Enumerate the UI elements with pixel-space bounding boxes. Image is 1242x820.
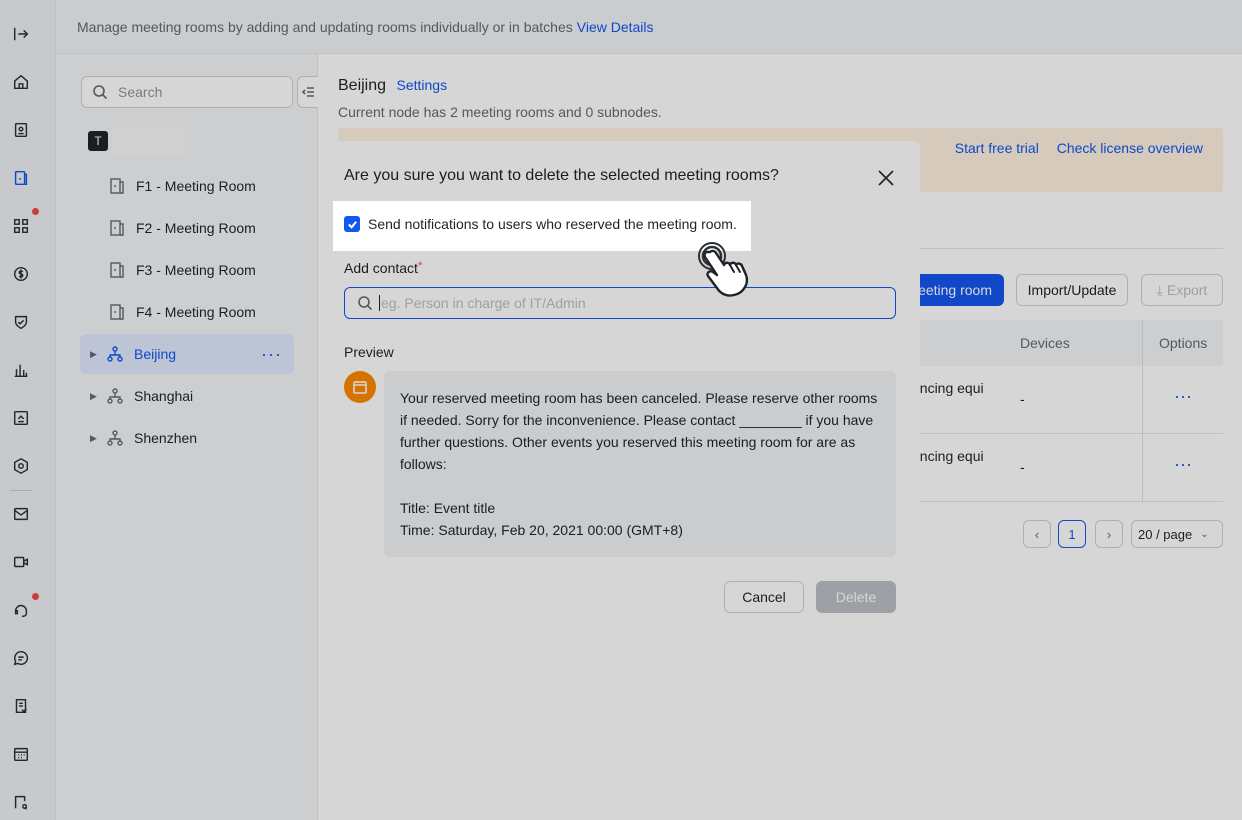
contact-placeholder: eg. Person in charge of IT/Admin — [381, 295, 586, 311]
preview-line: follows: — [400, 456, 447, 472]
preview-line: if needed. Sorry for the inconvenience. … — [400, 412, 874, 428]
delete-confirm-dialog: Are you sure you want to delete the sele… — [320, 141, 920, 636]
modal-mask[interactable] — [0, 201, 333, 251]
preview-message: Your reserved meeting room has been canc… — [384, 371, 896, 557]
calendar-icon — [353, 381, 367, 394]
preview-label: Preview — [344, 344, 394, 360]
cancel-button[interactable]: Cancel — [724, 581, 804, 613]
notify-users-checkbox[interactable] — [344, 216, 360, 232]
tap-hand-icon — [698, 242, 748, 297]
notify-users-label: Send notifications to users who reserved… — [368, 216, 737, 232]
preview-event-title: Title: Event title — [400, 500, 496, 516]
notify-users-option[interactable]: Send notifications to users who reserved… — [344, 216, 737, 232]
preview-line: further questions. Other events you rese… — [400, 434, 856, 450]
add-contact-text: Add contact — [344, 260, 418, 276]
preview-line: Your reserved meeting room has been canc… — [400, 390, 878, 406]
delete-button[interactable]: Delete — [816, 581, 896, 613]
search-icon — [358, 296, 373, 311]
close-icon[interactable] — [876, 168, 896, 188]
add-contact-label: Add contact* — [344, 260, 422, 276]
contact-search-input[interactable]: eg. Person in charge of IT/Admin — [344, 287, 896, 319]
dialog-title: Are you sure you want to delete the sele… — [344, 167, 779, 184]
required-mark: * — [417, 260, 423, 272]
text-cursor — [379, 295, 380, 311]
preview-event-time: Time: Saturday, Feb 20, 2021 00:00 (GMT+… — [400, 522, 683, 538]
calendar-bot-avatar — [344, 371, 376, 403]
checkmark-icon — [347, 220, 357, 229]
